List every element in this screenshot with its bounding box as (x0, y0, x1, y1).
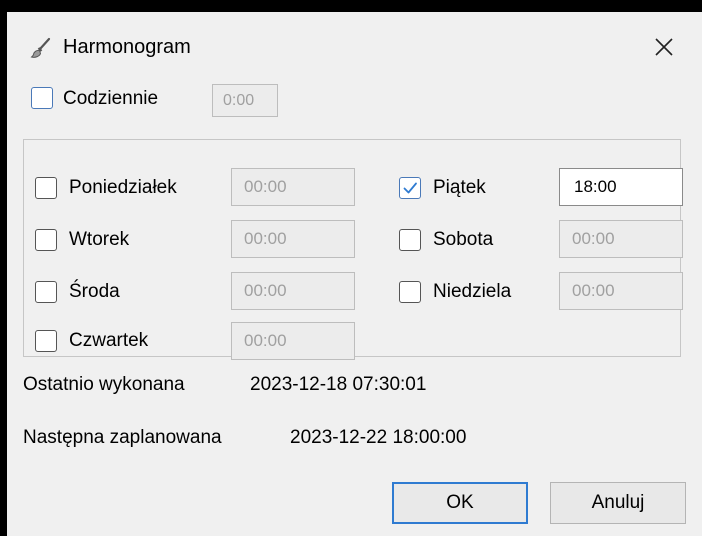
thursday-time-field[interactable]: 00:00 (231, 322, 355, 360)
thursday-checkbox[interactable] (35, 330, 57, 352)
daily-checkbox[interactable] (31, 87, 53, 109)
friday-label: Piątek (433, 177, 486, 198)
cancel-button[interactable]: Anuluj (550, 482, 686, 524)
sunday-checkbox[interactable] (399, 281, 421, 303)
saturday-time-field[interactable]: 00:00 (559, 220, 683, 258)
monday-label: Poniedziałek (69, 177, 177, 198)
monday-checkbox[interactable] (35, 177, 57, 199)
brush-icon (29, 36, 53, 60)
monday-time-field[interactable]: 00:00 (231, 168, 355, 206)
close-button[interactable] (647, 31, 681, 63)
dialog-title: Harmonogram (63, 36, 191, 58)
wednesday-label: Środa (69, 281, 120, 302)
next-run-label: Następna zaplanowana (23, 427, 222, 448)
last-run-value: 2023-12-18 07:30:01 (250, 374, 427, 395)
tuesday-label: Wtorek (69, 229, 130, 250)
friday-time-field[interactable]: 18:00 (559, 168, 683, 206)
next-run-value: 2023-12-22 18:00:00 (290, 427, 467, 448)
thursday-label: Czwartek (69, 330, 149, 351)
checkmark-icon (403, 182, 417, 194)
wednesday-checkbox[interactable] (35, 281, 57, 303)
sunday-time-field[interactable]: 00:00 (559, 272, 683, 310)
schedule-dialog: Harmonogram Codziennie 0:00 Poniedziałek… (7, 12, 702, 536)
tuesday-checkbox[interactable] (35, 229, 57, 251)
daily-label: Codziennie (63, 88, 159, 109)
close-icon (655, 38, 673, 56)
friday-checkbox[interactable] (399, 177, 421, 199)
saturday-checkbox[interactable] (399, 229, 421, 251)
wednesday-time-field[interactable]: 00:00 (231, 272, 355, 310)
sunday-label: Niedziela (433, 281, 512, 302)
tuesday-time-field[interactable]: 00:00 (231, 220, 355, 258)
daily-time-field[interactable]: 0:00 (212, 84, 278, 117)
last-run-label: Ostatnio wykonana (23, 374, 185, 395)
saturday-label: Sobota (433, 229, 494, 250)
ok-button[interactable]: OK (392, 482, 528, 524)
title-bar: Harmonogram (7, 12, 702, 68)
